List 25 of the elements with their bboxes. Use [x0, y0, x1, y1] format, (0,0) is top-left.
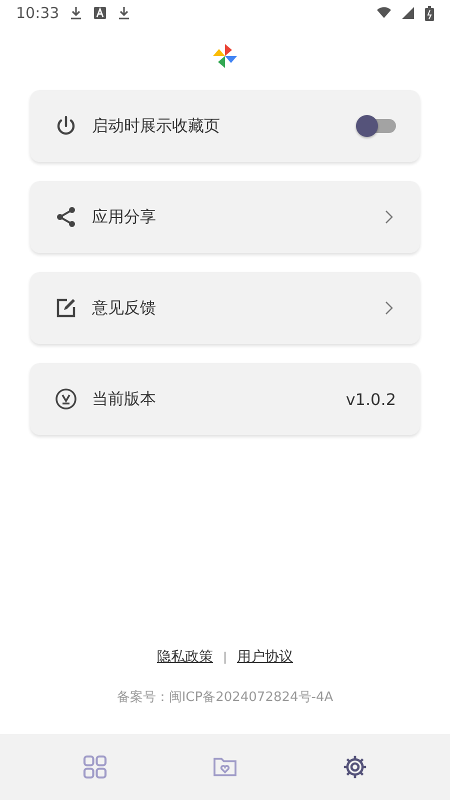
link-separator: | — [222, 650, 228, 664]
version-icon — [54, 387, 78, 411]
settings-card[interactable]: 意见反馈 — [30, 272, 420, 344]
setting-label: 意见反馈 — [92, 298, 157, 318]
edit-icon — [54, 296, 78, 320]
settings-card[interactable]: 应用分享 — [30, 181, 420, 253]
battery-icon — [425, 6, 434, 20]
user-agreement-link[interactable]: 用户协议 — [237, 648, 294, 666]
setting-label: 启动时展示收藏页 — [92, 116, 221, 136]
wifi-icon — [377, 6, 391, 20]
signal-icon — [401, 6, 415, 20]
setting-label: 应用分享 — [92, 206, 157, 228]
status-time: 10:33 — [16, 4, 60, 22]
setting-label: 当前版本 — [92, 388, 157, 410]
record-number: 备案号：闽ICP备2024072824号-4A — [116, 689, 334, 706]
privacy-policy-link[interactable]: 隐私政策 — [156, 648, 213, 666]
download-icon — [117, 6, 132, 20]
settings-card[interactable]: 当前版本 v1.0.2 — [30, 363, 420, 435]
settings-card[interactable]: 启动时展示收藏页 — [30, 90, 420, 162]
download-icon — [69, 6, 84, 20]
text-icon — [93, 6, 108, 20]
share-icon — [54, 205, 78, 229]
toggle-switch[interactable] — [356, 115, 396, 137]
version-value: v1.0.2 — [346, 390, 396, 408]
pinwheel-logo — [211, 42, 239, 70]
